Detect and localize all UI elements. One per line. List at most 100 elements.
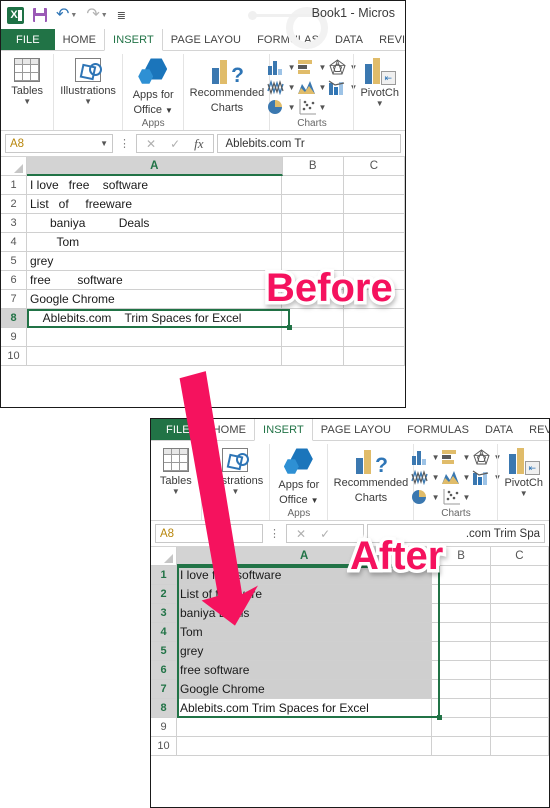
apps-for-office-button[interactable]: Apps for Office ▼ <box>276 446 321 507</box>
tab-review[interactable]: REVIEW <box>371 29 405 50</box>
row-header-2[interactable]: 2 <box>1 195 27 214</box>
recommended-charts-button[interactable]: ? Recommended Charts <box>190 56 264 114</box>
tab-insert[interactable]: INSERT <box>104 29 163 51</box>
fill-handle[interactable] <box>437 715 442 720</box>
cell-c5[interactable] <box>490 642 549 661</box>
cell-b9[interactable] <box>282 328 344 347</box>
chevron-down-icon[interactable]: ▼ <box>376 100 384 108</box>
cell-b4[interactable] <box>432 623 491 642</box>
chevron-down-icon[interactable]: ▼ <box>288 103 296 112</box>
cell-b3[interactable] <box>282 214 344 233</box>
cell-a7[interactable]: Google Chrome <box>177 680 433 699</box>
row-header-1[interactable]: 1 <box>1 176 27 195</box>
cell-a1[interactable]: I love free software <box>27 176 283 195</box>
row-header-8[interactable]: 8 <box>1 309 27 328</box>
chevron-down-icon[interactable]: ▼ <box>319 63 327 72</box>
tab-file[interactable]: FILE <box>1 29 55 50</box>
chevron-down-icon[interactable]: ▼ <box>84 98 92 106</box>
cell-a3[interactable]: baniya Deals <box>27 214 283 233</box>
pie-chart-button[interactable]: ▼ <box>411 489 440 505</box>
column-chart-button[interactable]: ▼ <box>267 59 296 75</box>
row-header-10[interactable]: 10 <box>1 347 27 366</box>
row-header-1[interactable]: 1 <box>151 566 177 585</box>
cell-a7[interactable]: Google Chrome <box>27 290 283 309</box>
cell-a3[interactable]: baniya Deals <box>177 604 433 623</box>
chevron-down-icon[interactable]: ▼ <box>432 493 440 502</box>
row-header-7[interactable]: 7 <box>151 680 177 699</box>
row-header-4[interactable]: 4 <box>151 623 177 642</box>
scatter-chart-button[interactable]: ▼ <box>442 489 470 505</box>
row-header-5[interactable]: 5 <box>1 252 27 271</box>
cell-b2[interactable] <box>432 585 491 604</box>
formula-input[interactable]: Ablebits.com Tr <box>216 134 401 153</box>
chevron-down-icon[interactable]: ▼ <box>432 453 440 462</box>
expand-handle[interactable]: ⋮ <box>266 527 283 540</box>
chevron-down-icon[interactable]: ▼ <box>520 490 528 498</box>
tab-insert[interactable]: INSERT <box>254 419 313 441</box>
chevron-down-icon[interactable]: ▼ <box>165 106 173 115</box>
chevron-down-icon[interactable]: ▼ <box>172 488 180 496</box>
tab-review[interactable]: REVIEW <box>521 419 549 440</box>
chevron-down-icon[interactable]: ▼ <box>288 83 296 92</box>
cell-a9[interactable] <box>27 328 283 347</box>
cell-b9[interactable] <box>432 718 491 737</box>
cell-b1[interactable] <box>282 176 344 195</box>
pivotchart-button[interactable]: ⇤ PivotCh ▼ <box>360 56 399 108</box>
cell-c3[interactable] <box>343 214 405 233</box>
customize-qat-button[interactable]: ≣ <box>117 9 126 22</box>
tables-button[interactable]: Tables ▼ <box>7 56 47 106</box>
cell-a6[interactable]: free software <box>177 661 433 680</box>
illustrations-button[interactable]: Illustrations ▼ <box>60 56 116 106</box>
undo-button[interactable]: ↶ ▼ <box>56 7 77 23</box>
cell-b3[interactable] <box>432 604 491 623</box>
cell-b5[interactable] <box>432 642 491 661</box>
cell-a4[interactable]: Tom <box>177 623 433 642</box>
tab-formulas[interactable]: FORMULAS <box>249 29 327 50</box>
column-header-b[interactable]: B <box>282 157 344 176</box>
row-header-6[interactable]: 6 <box>151 661 177 680</box>
cancel-icon[interactable]: ✕ <box>146 137 156 151</box>
expand-handle[interactable]: ⋮ <box>116 137 133 150</box>
cell-a2[interactable]: List of freeware <box>27 195 283 214</box>
chevron-down-icon[interactable]: ▼ <box>23 98 31 106</box>
row-header-9[interactable]: 9 <box>151 718 177 737</box>
cell-c2[interactable] <box>490 585 549 604</box>
pie-chart-button[interactable]: ▼ <box>267 99 296 115</box>
chevron-down-icon[interactable]: ▼ <box>463 473 471 482</box>
cell-c10[interactable] <box>343 347 405 366</box>
row-header-8[interactable]: 8 <box>151 699 177 718</box>
redo-button[interactable]: ↷ ▼ <box>86 7 107 23</box>
column-header-c[interactable]: C <box>490 547 549 566</box>
enter-icon[interactable]: ✓ <box>170 137 180 151</box>
cell-a8[interactable]: Ablebits.com Trim Spaces for Excel <box>27 309 283 328</box>
cell-c4[interactable] <box>343 233 405 252</box>
tab-data[interactable]: DATA <box>477 419 521 440</box>
tab-home[interactable]: HOME <box>55 29 104 50</box>
chevron-down-icon[interactable]: ▼ <box>463 453 471 462</box>
cell-a4[interactable]: Tom <box>27 233 283 252</box>
tab-formulas[interactable]: FORMULAS <box>399 419 477 440</box>
cell-c10[interactable] <box>490 737 549 756</box>
cell-b10[interactable] <box>432 737 491 756</box>
apps-for-office-button[interactable]: Apps for Office ▼ <box>129 56 178 117</box>
cell-a8[interactable]: Ablebits.com Trim Spaces for Excel <box>177 699 433 718</box>
cell-a2[interactable]: List of freeware <box>177 585 433 604</box>
tab-home[interactable]: HOME <box>205 419 254 440</box>
name-box[interactable]: A8 <box>155 524 263 543</box>
cell-c1[interactable] <box>490 566 549 585</box>
row-header-6[interactable]: 6 <box>1 271 27 290</box>
cell-a10[interactable] <box>27 347 283 366</box>
cell-b7[interactable] <box>432 680 491 699</box>
chevron-down-icon[interactable]: ▼ <box>311 496 319 505</box>
fill-handle[interactable] <box>287 325 292 330</box>
column-header-a[interactable]: A <box>27 157 283 176</box>
line-chart-button[interactable]: ▼ <box>266 79 296 96</box>
cell-c7[interactable] <box>490 680 549 699</box>
illustrations-button[interactable]: Illustrations ▼ <box>208 446 263 496</box>
cell-c8[interactable] <box>490 699 549 718</box>
cell-a5[interactable]: grey <box>27 252 283 271</box>
chevron-down-icon[interactable]: ▼ <box>319 83 327 92</box>
enter-icon[interactable]: ✓ <box>320 527 330 541</box>
column-chart-button[interactable]: ▼ <box>411 449 440 465</box>
cell-b6[interactable] <box>432 661 491 680</box>
